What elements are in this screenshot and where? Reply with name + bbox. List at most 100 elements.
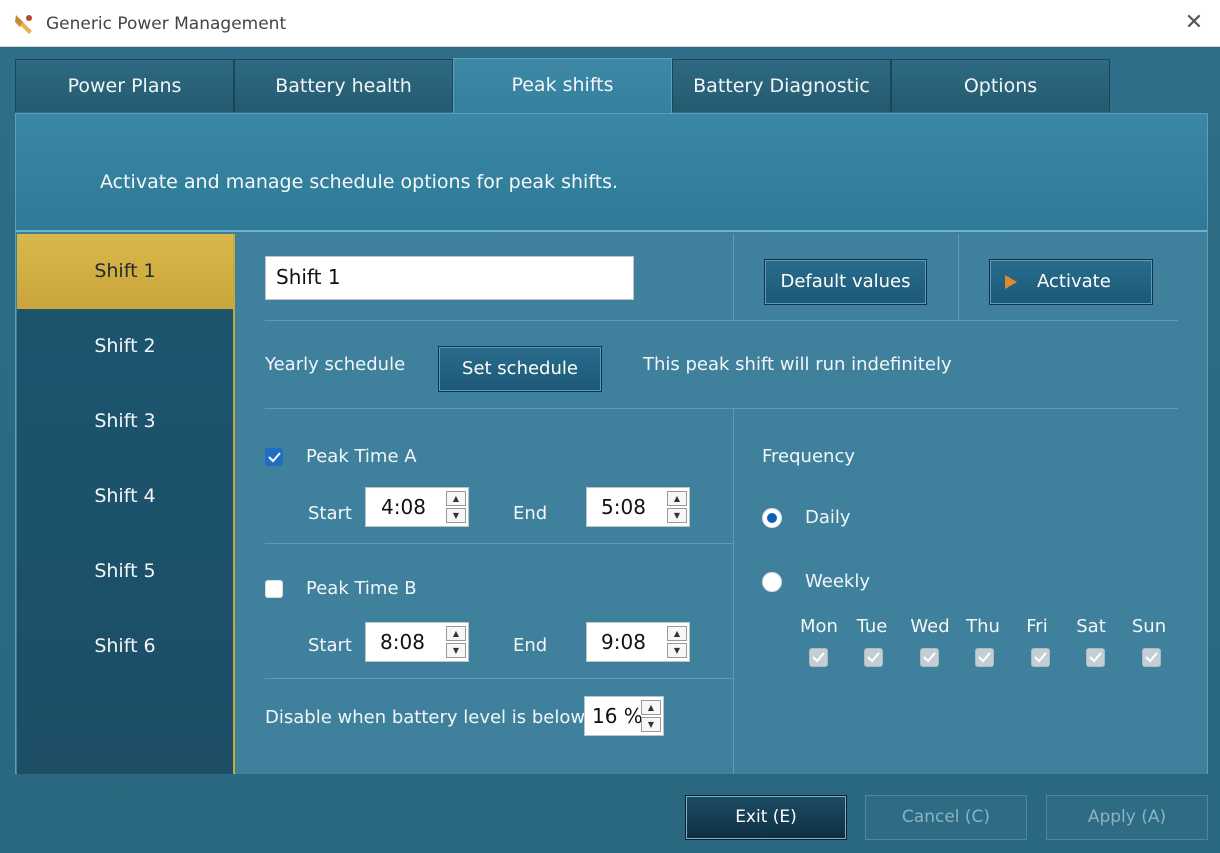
arrow-up-icon[interactable]: ▲ xyxy=(667,626,687,641)
battery-threshold-value: 16 % xyxy=(592,704,643,728)
daily-radio[interactable] xyxy=(762,508,782,528)
divider xyxy=(733,234,734,320)
peak-b-end-stepper[interactable]: 9:08 ▲ ▼ xyxy=(586,622,690,662)
window-body: Power Plans Battery health Peak shifts B… xyxy=(0,47,1220,853)
peak-b-start-label: Start xyxy=(308,635,352,656)
sidebar-item-shift-2[interactable]: Shift 2 xyxy=(17,309,233,384)
activate-button[interactable]: Activate xyxy=(989,259,1153,305)
day-checkbox-tue[interactable] xyxy=(864,648,883,667)
peak-shifts-panel: Activate and manage schedule options for… xyxy=(15,113,1208,774)
frequency-label: Frequency xyxy=(762,446,855,467)
stepper-arrows: ▲ ▼ xyxy=(446,626,466,660)
tab-label: Options xyxy=(963,75,1038,97)
day-label-mon: Mon xyxy=(800,616,838,637)
checkmark-icon xyxy=(812,652,825,663)
arrow-up-icon[interactable]: ▲ xyxy=(667,491,687,506)
weekly-radio[interactable] xyxy=(762,572,782,592)
day-label-tue: Tue xyxy=(856,616,888,637)
sidebar-item-shift-1[interactable]: Shift 1 xyxy=(17,234,233,309)
divider xyxy=(958,234,959,320)
checkmark-icon xyxy=(1145,652,1158,663)
peak-b-start-value: 8:08 xyxy=(380,630,425,654)
day-checkbox-fri[interactable] xyxy=(1031,648,1050,667)
peak-time-a-label: Peak Time A xyxy=(306,446,417,467)
default-values-label: Default values xyxy=(780,271,911,292)
apply-button[interactable]: Apply (A) xyxy=(1046,795,1208,840)
divider xyxy=(265,320,1178,321)
tab-label: Peak shifts xyxy=(511,74,614,96)
peak-a-end-label: End xyxy=(513,503,548,524)
shift-settings: Shift 1 Default values Activate Yearly s… xyxy=(236,234,1207,774)
sidebar-item-shift-3[interactable]: Shift 3 xyxy=(17,384,233,459)
tab-power-plans[interactable]: Power Plans xyxy=(15,59,234,112)
peak-a-start-stepper[interactable]: 4:08 ▲ ▼ xyxy=(365,487,469,527)
battery-threshold-label: Disable when battery level is below xyxy=(265,707,586,728)
checkmark-icon xyxy=(978,652,991,663)
day-label-thu: Thu xyxy=(966,616,1000,637)
weekly-label: Weekly xyxy=(805,571,870,592)
divider xyxy=(733,408,734,774)
set-schedule-label: Set schedule xyxy=(462,358,578,379)
arrow-down-icon[interactable]: ▼ xyxy=(446,508,466,523)
set-schedule-button[interactable]: Set schedule xyxy=(438,346,602,392)
sidebar-item-shift-5[interactable]: Shift 5 xyxy=(17,534,233,609)
divider xyxy=(265,678,733,679)
arrow-up-icon[interactable]: ▲ xyxy=(446,491,466,506)
sidebar-item-shift-6[interactable]: Shift 6 xyxy=(17,609,233,684)
day-label-wed: Wed xyxy=(910,616,950,637)
day-checkbox-sun[interactable] xyxy=(1142,648,1161,667)
arrow-down-icon[interactable]: ▼ xyxy=(667,643,687,658)
battery-threshold-stepper[interactable]: 16 % ▲ ▼ xyxy=(584,696,664,736)
tab-label: Battery Diagnostic xyxy=(693,75,870,97)
day-checkbox-thu[interactable] xyxy=(975,648,994,667)
window-title: Generic Power Management xyxy=(46,14,287,34)
arrow-down-icon[interactable]: ▼ xyxy=(446,643,466,658)
peak-time-b-label: Peak Time B xyxy=(306,578,417,599)
default-values-button[interactable]: Default values xyxy=(764,259,927,305)
tab-options[interactable]: Options xyxy=(891,59,1110,112)
description-banner: Activate and manage schedule options for… xyxy=(16,114,1207,232)
schedule-status: This peak shift will run indefinitely xyxy=(643,354,952,375)
day-checkbox-sat[interactable] xyxy=(1086,648,1105,667)
exit-button[interactable]: Exit (E) xyxy=(685,795,847,840)
arrow-up-icon[interactable]: ▲ xyxy=(641,700,661,715)
day-checkbox-mon[interactable] xyxy=(809,648,828,667)
sidebar-item-shift-4[interactable]: Shift 4 xyxy=(17,459,233,534)
stepper-arrows: ▲ ▼ xyxy=(446,491,466,525)
close-button[interactable]: ✕ xyxy=(1168,0,1220,47)
title-bar: Generic Power Management ✕ xyxy=(0,0,1220,47)
divider xyxy=(265,543,733,544)
yearly-schedule-label: Yearly schedule xyxy=(265,354,406,375)
peak-b-end-value: 9:08 xyxy=(601,630,646,654)
stepper-arrows: ▲ ▼ xyxy=(641,700,661,734)
cancel-button[interactable]: Cancel (C) xyxy=(865,795,1027,840)
shift-name-input[interactable]: Shift 1 xyxy=(265,256,634,300)
peak-b-end-label: End xyxy=(513,635,548,656)
stepper-arrows: ▲ ▼ xyxy=(667,491,687,525)
peak-time-a-checkbox[interactable] xyxy=(265,448,283,466)
tab-battery-health[interactable]: Battery health xyxy=(234,59,453,112)
checkmark-icon xyxy=(1089,652,1102,663)
shift-sidebar: Shift 1 Shift 2 Shift 3 Shift 4 Shift 5 … xyxy=(17,234,235,774)
app-icon xyxy=(15,15,32,34)
activate-label: Activate xyxy=(1037,271,1111,292)
checkmark-icon xyxy=(867,652,880,663)
peak-time-b-checkbox[interactable] xyxy=(265,580,283,598)
peak-a-start-label: Start xyxy=(308,503,352,524)
checkmark-icon xyxy=(268,452,281,463)
play-icon xyxy=(1005,275,1017,289)
day-label-sat: Sat xyxy=(1076,616,1106,637)
tab-peak-shifts[interactable]: Peak shifts xyxy=(453,58,672,114)
checkmark-icon xyxy=(1034,652,1047,663)
peak-a-end-value: 5:08 xyxy=(601,495,646,519)
arrow-down-icon[interactable]: ▼ xyxy=(641,717,661,732)
day-checkbox-wed[interactable] xyxy=(920,648,939,667)
tab-battery-diagnostic[interactable]: Battery Diagnostic xyxy=(672,59,891,112)
peak-b-start-stepper[interactable]: 8:08 ▲ ▼ xyxy=(365,622,469,662)
peak-a-end-stepper[interactable]: 5:08 ▲ ▼ xyxy=(586,487,690,527)
day-label-sun: Sun xyxy=(1131,616,1167,637)
arrow-up-icon[interactable]: ▲ xyxy=(446,626,466,641)
day-label-fri: Fri xyxy=(1026,616,1048,637)
arrow-down-icon[interactable]: ▼ xyxy=(667,508,687,523)
divider xyxy=(265,408,1178,409)
